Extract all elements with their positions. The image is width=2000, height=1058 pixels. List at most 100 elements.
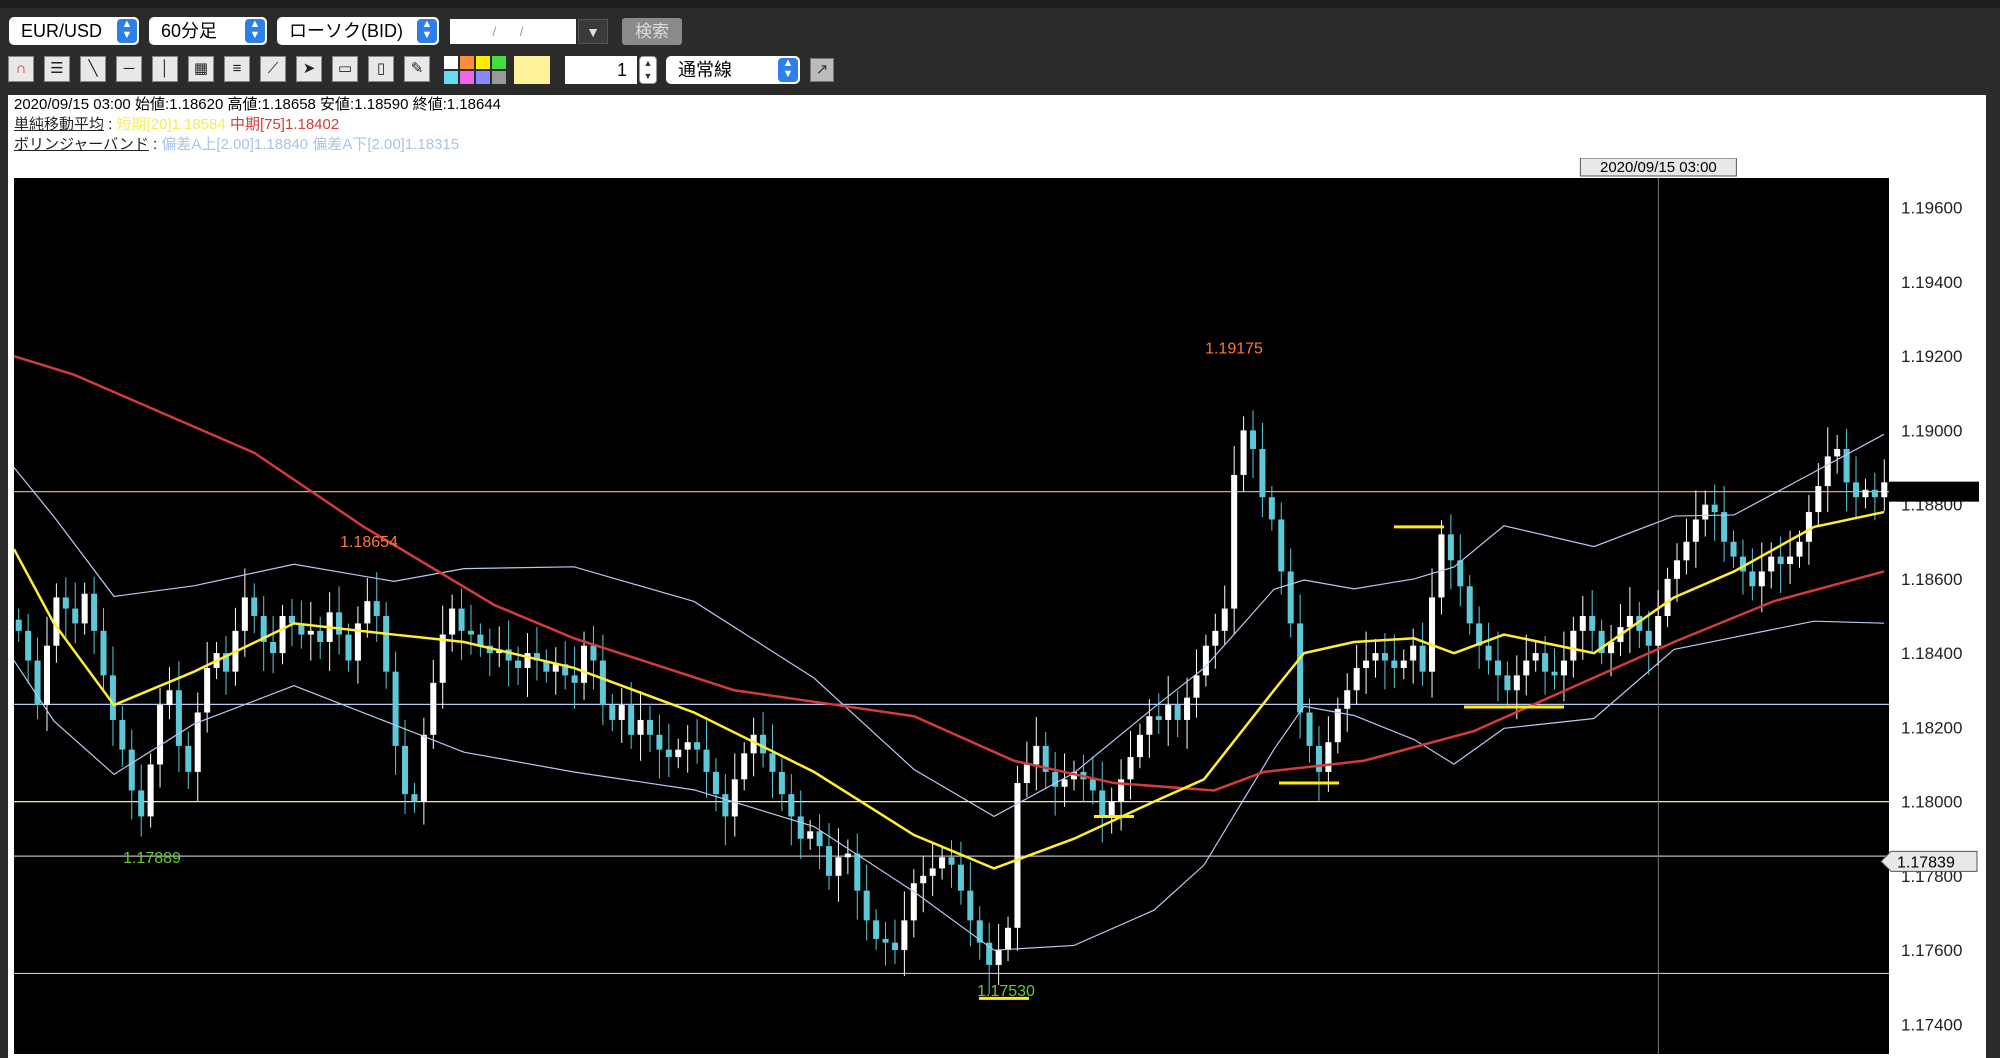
fan-icon[interactable]: ⟋: [260, 56, 286, 82]
candle-body: [138, 790, 145, 817]
candle-body: [411, 794, 418, 802]
chart-area[interactable]: 1.19600 1.19400 1.19200 1.19000 1.18800 1.186…: [8, 158, 1986, 1058]
candle-body: [1673, 560, 1681, 579]
candle-body: [1023, 764, 1030, 784]
candle-body: [157, 705, 164, 765]
symbol-select-value: EUR/USD: [21, 21, 103, 41]
line-type-select[interactable]: 通常線 ▲ ▼: [666, 56, 800, 84]
candle-body: [81, 593, 88, 624]
price-chart[interactable]: 1.196001.194001.192001.190001.188001.186…: [8, 158, 1986, 1058]
color-swatch[interactable]: [476, 56, 490, 69]
candle-body: [948, 857, 955, 865]
candle-body: [1504, 675, 1511, 691]
candle-body: [317, 630, 324, 642]
date-dropdown-icon[interactable]: ▼: [578, 19, 608, 44]
candle-body: [1174, 705, 1181, 720]
pencil-icon[interactable]: ✎: [404, 56, 430, 82]
vertical-line-icon[interactable]: │: [152, 56, 178, 82]
search-button[interactable]: 検索: [622, 18, 682, 45]
candle-body: [1871, 489, 1878, 498]
candle-body: [373, 601, 380, 616]
eraser-icon[interactable]: ▭: [332, 56, 358, 82]
candle-body: [1099, 790, 1106, 817]
candle-body: [336, 612, 343, 635]
candle-body: [844, 853, 851, 858]
candle-body: [251, 597, 258, 616]
candle-body: [1815, 486, 1822, 513]
candle-body: [873, 920, 880, 939]
chart-type-select-value: ローソク(BID): [289, 21, 403, 41]
candle-body: [72, 608, 79, 624]
candle-body: [816, 831, 823, 847]
candle-body: [1005, 927, 1012, 951]
quantity-stepper-arrows-icon[interactable]: ▲ ▼: [639, 56, 657, 84]
candle-body: [741, 753, 748, 780]
candle-body: [929, 868, 936, 876]
candle-body: [91, 593, 98, 631]
sma-label-link[interactable]: 単純移動平均: [14, 116, 104, 133]
cursor-icon[interactable]: ➤: [296, 56, 322, 82]
candle-body: [1325, 742, 1332, 772]
candle-body: [1447, 534, 1454, 561]
color-swatch[interactable]: [492, 56, 506, 69]
candle-body: [1485, 645, 1492, 661]
candle-body: [1202, 645, 1209, 676]
quantity-value: 1: [616, 60, 627, 80]
candle-body: [854, 853, 861, 891]
candle-body: [1268, 497, 1275, 520]
y-tick-label: 1.19000: [1901, 421, 1962, 440]
quantity-stepper[interactable]: 1 ▲ ▼: [565, 56, 657, 84]
candle-body: [119, 719, 126, 750]
grid-icon[interactable]: ▦: [188, 56, 214, 82]
bb-label-link[interactable]: ボリンジャーバンド: [14, 136, 149, 153]
candle-body: [1655, 616, 1662, 646]
candle-body: [1363, 660, 1370, 668]
price-line-marker: [1889, 481, 1979, 502]
selected-color-swatch[interactable]: [514, 56, 550, 84]
chart-type-select[interactable]: ローソク(BID) ▲ ▼: [277, 17, 439, 45]
color-swatch[interactable]: [460, 56, 474, 69]
bb-colon: :: [153, 136, 158, 153]
candle-body: [1777, 556, 1784, 565]
symbol-select[interactable]: EUR/USD ▲ ▼: [9, 17, 139, 45]
candle-body: [1824, 456, 1831, 487]
window-top-bar: [0, 0, 2000, 8]
color-swatch[interactable]: [444, 71, 458, 84]
candle-body: [185, 745, 192, 772]
date-input[interactable]: / /: [450, 19, 576, 44]
candle-body: [1419, 645, 1426, 672]
candle-body: [1410, 645, 1417, 661]
trash-icon[interactable]: ▯: [368, 56, 394, 82]
candle-body: [402, 745, 409, 795]
candle-body: [345, 634, 352, 661]
candle-body: [1212, 630, 1219, 646]
bb-upper-value: 偏差A上[2.00]1.18840: [161, 136, 309, 153]
candle-body: [1221, 608, 1228, 631]
candle-body: [590, 645, 597, 661]
color-swatch[interactable]: [492, 71, 506, 84]
candle-body: [571, 675, 578, 683]
candle-body: [1758, 571, 1765, 587]
candle-body: [420, 734, 427, 802]
candle-body: [1353, 667, 1360, 691]
expand-icon[interactable]: ↗: [810, 58, 834, 82]
candle-body: [1089, 779, 1096, 791]
candle-body: [1391, 660, 1398, 668]
candle-body: [1259, 448, 1266, 498]
candle-body: [392, 671, 399, 746]
magnet-icon[interactable]: ∩: [8, 56, 34, 82]
color-swatch[interactable]: [476, 71, 490, 84]
timeframe-select-arrows-icon: ▲ ▼: [245, 19, 265, 43]
horizontal-line-icon[interactable]: ─: [116, 56, 142, 82]
trend-line-icon[interactable]: ╲: [80, 56, 106, 82]
candle-body: [910, 883, 917, 921]
candle-body: [364, 601, 371, 624]
candle-body: [1834, 448, 1841, 457]
candle-body: [1466, 586, 1473, 624]
color-swatch[interactable]: [444, 56, 458, 69]
timeframe-select[interactable]: 60分足 ▲ ▼: [149, 17, 267, 45]
fibonacci-icon[interactable]: ≡: [224, 56, 250, 82]
horizontal-lines-icon[interactable]: ☰: [44, 56, 70, 82]
candle-body: [618, 705, 625, 720]
color-swatch[interactable]: [460, 71, 474, 84]
